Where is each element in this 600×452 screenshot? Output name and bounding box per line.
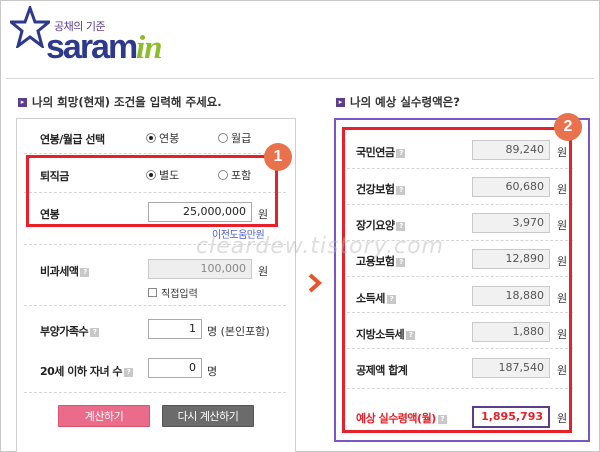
header-divider xyxy=(6,78,594,79)
radio-dot-icon xyxy=(146,133,156,143)
chevron-right-icon xyxy=(308,273,323,293)
divider xyxy=(24,153,286,154)
dependents-input[interactable]: 1 xyxy=(148,319,202,339)
annotation-badge-1: 1 xyxy=(264,143,292,171)
divider xyxy=(24,305,286,306)
children-unit: 명 xyxy=(207,365,218,378)
calculate-button[interactable]: 계산하기 xyxy=(58,405,150,427)
right-section-title: ▸ 나의 예상 실수령액은? xyxy=(336,94,460,110)
radio-annual[interactable]: 연봉 xyxy=(146,130,179,146)
bullet-arrow-icon: ▸ xyxy=(18,97,27,107)
divider xyxy=(24,392,286,393)
non-taxable-input[interactable]: 100,000 xyxy=(148,259,252,279)
children-input[interactable]: 0 xyxy=(148,358,202,378)
watermark: cleardew.tistory.com xyxy=(196,234,444,259)
saramin-logo[interactable]: 공채의 기준 saram in xyxy=(10,6,190,74)
annotation-badge-2: 2 xyxy=(554,113,582,141)
recalculate-button[interactable]: 다시 계산하기 xyxy=(162,405,254,427)
logo-brand: saram xyxy=(46,28,138,66)
non-taxable-label: 비과세액? xyxy=(40,263,90,279)
checkbox-icon xyxy=(148,288,157,297)
non-taxable-unit: 원 xyxy=(258,265,269,278)
direct-input-checkbox[interactable]: 직접입력 xyxy=(148,285,198,300)
radio-dot-icon xyxy=(218,133,228,143)
help-icon[interactable]: ? xyxy=(90,327,100,337)
radio-monthly[interactable]: 월급 xyxy=(218,130,251,146)
help-icon[interactable]: ? xyxy=(80,267,90,277)
dependents-label: 부양가족수? xyxy=(40,323,100,339)
help-icon[interactable]: ? xyxy=(124,367,134,377)
children-label: 20세 이하 자녀 수? xyxy=(40,363,134,379)
salary-type-label: 연봉/월급 선택 xyxy=(40,133,105,146)
annotation-box-2 xyxy=(342,127,572,433)
star-icon xyxy=(10,6,50,48)
left-section-title: ▸ 나의 희망(현재) 조건을 입력해 주세요. xyxy=(18,94,222,110)
annotation-box-1 xyxy=(26,155,278,227)
bullet-arrow-icon: ▸ xyxy=(336,97,345,107)
logo-brand-in: in xyxy=(136,30,163,66)
dependents-unit: 명 (본인포함) xyxy=(207,325,270,338)
